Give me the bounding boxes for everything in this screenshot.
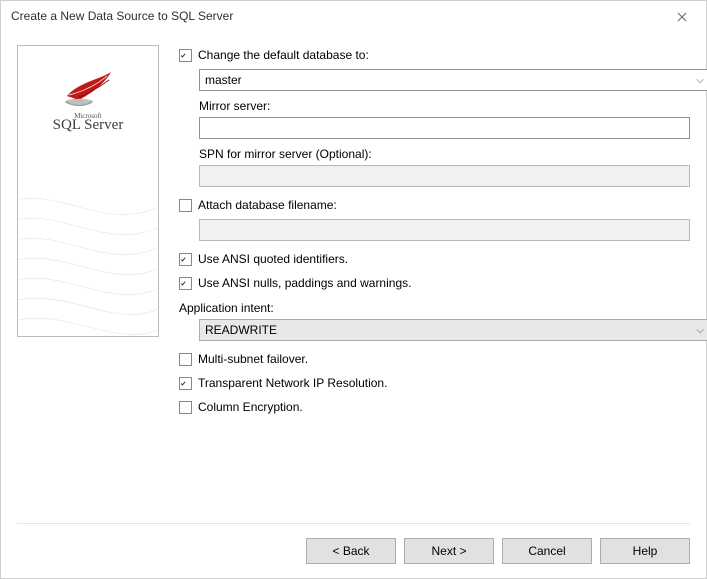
default-db-combo[interactable]: master ⌵ xyxy=(199,69,707,91)
tnir-checkbox[interactable] xyxy=(179,377,192,390)
footer: < Back Next > Cancel Help xyxy=(1,523,706,578)
change-db-label: Change the default database to: xyxy=(198,48,369,62)
help-button[interactable]: Help xyxy=(600,538,690,564)
spn-label: SPN for mirror server (Optional): xyxy=(199,147,690,161)
titlebar: Create a New Data Source to SQL Server xyxy=(1,1,706,31)
back-button[interactable]: < Back xyxy=(306,538,396,564)
default-db-value: master xyxy=(205,73,242,87)
cancel-button[interactable]: Cancel xyxy=(502,538,592,564)
checkmark-icon xyxy=(180,254,186,265)
intent-value: READWRITE xyxy=(205,323,277,337)
button-row: < Back Next > Cancel Help xyxy=(17,538,690,564)
chevron-down-icon: ⌵ xyxy=(696,75,704,86)
form-area: Change the default database to: master ⌵… xyxy=(179,45,690,523)
change-db-checkbox[interactable] xyxy=(179,49,192,62)
mirror-input[interactable] xyxy=(199,117,690,139)
ansi-quoted-label: Use ANSI quoted identifiers. xyxy=(198,252,348,266)
brand-name: SQL Server xyxy=(53,117,124,133)
attach-checkbox[interactable] xyxy=(179,199,192,212)
sidebar-banner: Microsoft SQL Server xyxy=(17,45,159,337)
close-icon xyxy=(677,12,687,22)
sqlserver-logo-icon xyxy=(59,60,117,108)
close-button[interactable] xyxy=(666,7,698,27)
window-title: Create a New Data Source to SQL Server xyxy=(11,9,233,23)
col-enc-checkbox[interactable] xyxy=(179,401,192,414)
sqlserver-logo: Microsoft SQL Server xyxy=(18,60,158,134)
ansi-nulls-checkbox[interactable] xyxy=(179,277,192,290)
checkmark-icon xyxy=(180,278,186,289)
intent-combo[interactable]: READWRITE ⌵ xyxy=(199,319,707,341)
dialog-window: Create a New Data Source to SQL Server xyxy=(0,0,707,579)
spn-input xyxy=(199,165,690,187)
checkmark-icon xyxy=(180,378,186,389)
ansi-nulls-label: Use ANSI nulls, paddings and warnings. xyxy=(198,276,411,290)
checkmark-icon xyxy=(180,50,186,61)
attach-label: Attach database filename: xyxy=(198,198,337,212)
attach-input xyxy=(199,219,690,241)
intent-label: Application intent: xyxy=(179,301,690,315)
col-enc-label: Column Encryption. xyxy=(198,400,303,414)
separator xyxy=(17,523,690,524)
mirror-label: Mirror server: xyxy=(199,99,690,113)
chevron-down-icon: ⌵ xyxy=(696,325,704,336)
ansi-quoted-checkbox[interactable] xyxy=(179,253,192,266)
next-button[interactable]: Next > xyxy=(404,538,494,564)
multi-subnet-checkbox[interactable] xyxy=(179,353,192,366)
multi-subnet-label: Multi-subnet failover. xyxy=(198,352,308,366)
content-area: Microsoft SQL Server Change the default … xyxy=(1,31,706,523)
tnir-label: Transparent Network IP Resolution. xyxy=(198,376,387,390)
